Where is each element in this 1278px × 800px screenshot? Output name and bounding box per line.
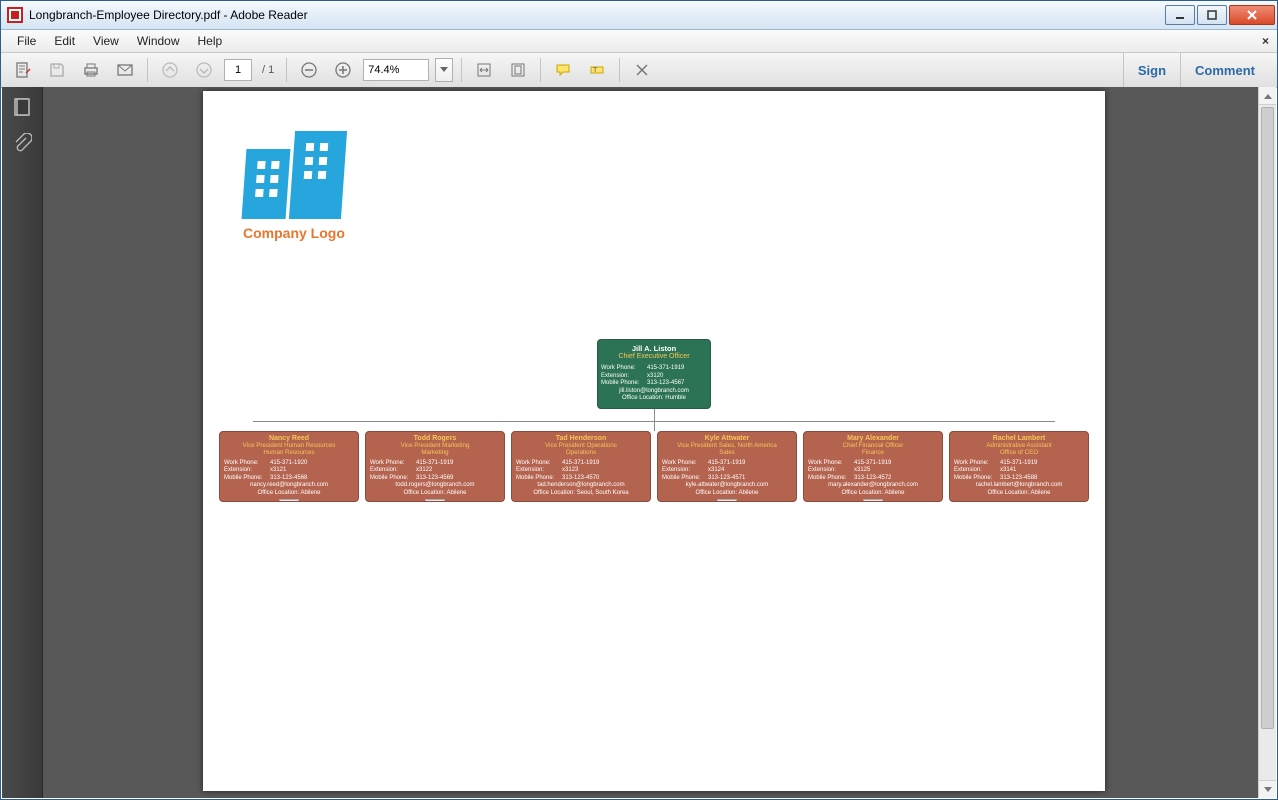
pdf-page: Company Logo Jill A. Liston Chief Execut… — [203, 91, 1105, 791]
menu-edit[interactable]: Edit — [46, 32, 83, 50]
page-total-label: / 1 — [258, 64, 278, 76]
org-report-card: Todd RogersVice President MarketingMarke… — [365, 431, 505, 503]
toolbar-separator — [619, 58, 620, 82]
org-report-card: Nancy ReedVice President Human Resources… — [219, 431, 359, 503]
vertical-scrollbar[interactable] — [1258, 87, 1276, 798]
report-dept: Finance — [806, 449, 940, 456]
connector-horizontal — [253, 421, 1055, 422]
attachments-icon[interactable] — [12, 133, 32, 153]
export-pdf-icon[interactable] — [9, 56, 37, 84]
navigation-pane — [2, 87, 43, 798]
expand-toggle-icon[interactable]: ▾ — [717, 499, 737, 502]
report-title: Vice President Sales, North America — [660, 442, 794, 449]
page-up-icon[interactable] — [156, 56, 184, 84]
org-ceo-card: Jill A. Liston Chief Executive Officer W… — [597, 339, 711, 409]
zoom-out-icon[interactable] — [295, 56, 323, 84]
expand-toggle-icon[interactable]: ▾ — [279, 499, 299, 502]
report-name: Tad Henderson — [514, 435, 648, 442]
comment-button[interactable]: Comment — [1180, 53, 1269, 87]
page-down-icon[interactable] — [190, 56, 218, 84]
minimize-button[interactable] — [1165, 5, 1195, 25]
close-button[interactable] — [1229, 5, 1275, 25]
org-report-card: Tad HendersonVice President OperationsOp… — [511, 431, 651, 503]
report-dept: Operations — [514, 449, 648, 456]
toolbar: / 1 T Sign Comment — [1, 53, 1277, 88]
close-document-button[interactable]: × — [1262, 34, 1269, 48]
report-dept: Office of CEO — [952, 449, 1086, 456]
report-title: Vice President Operations — [514, 442, 648, 449]
menu-view[interactable]: View — [85, 32, 127, 50]
report-name: Todd Rogers — [368, 435, 502, 442]
report-name: Kyle Attwater — [660, 435, 794, 442]
svg-text:T: T — [593, 67, 598, 74]
report-name: Mary Alexander — [806, 435, 940, 442]
adobe-reader-icon — [7, 7, 23, 23]
zoom-in-icon[interactable] — [329, 56, 357, 84]
document-viewport[interactable]: Company Logo Jill A. Liston Chief Execut… — [43, 87, 1276, 798]
report-title: Chief Financial Officer — [806, 442, 940, 449]
ceo-title: Chief Executive Officer — [600, 353, 708, 360]
menu-window[interactable]: Window — [129, 32, 188, 50]
comment-bubble-icon[interactable] — [549, 56, 577, 84]
org-report-card: Rachel LambertAdministrative AssistantOf… — [949, 431, 1089, 503]
scroll-down-button[interactable] — [1259, 780, 1276, 798]
page-number-input[interactable] — [224, 59, 252, 81]
toolbar-separator — [286, 58, 287, 82]
fit-width-icon[interactable] — [470, 56, 498, 84]
report-title: Vice President Marketing — [368, 442, 502, 449]
print-icon[interactable] — [77, 56, 105, 84]
maximize-button[interactable] — [1197, 5, 1227, 25]
report-dept: Human Resources — [222, 449, 356, 456]
org-chart: Jill A. Liston Chief Executive Officer W… — [203, 339, 1105, 502]
scroll-thumb[interactable] — [1261, 107, 1274, 729]
save-icon[interactable] — [43, 56, 71, 84]
company-logo: Company Logo — [243, 131, 345, 241]
sign-button[interactable]: Sign — [1123, 53, 1180, 87]
page-thumbnails-icon[interactable] — [12, 97, 32, 117]
toolbar-separator — [461, 58, 462, 82]
org-report-card: Mary AlexanderChief Financial OfficerFin… — [803, 431, 943, 503]
content-area: Company Logo Jill A. Liston Chief Execut… — [2, 87, 1276, 798]
expand-toggle-icon[interactable]: ▾ — [863, 499, 883, 502]
report-title: Administrative Assistant — [952, 442, 1086, 449]
window-title: Longbranch-Employee Directory.pdf - Adob… — [29, 8, 1165, 22]
connector-vertical — [654, 409, 655, 431]
scroll-up-button[interactable] — [1259, 87, 1276, 105]
report-title: Vice President Human Resources — [222, 442, 356, 449]
fit-page-icon[interactable] — [504, 56, 532, 84]
report-dept: Sales — [660, 449, 794, 456]
menu-help[interactable]: Help — [190, 32, 231, 50]
report-dept: Marketing — [368, 449, 502, 456]
titlebar[interactable]: Longbranch-Employee Directory.pdf - Adob… — [1, 1, 1277, 30]
report-name: Rachel Lambert — [952, 435, 1086, 442]
zoom-dropdown-button[interactable] — [435, 58, 453, 82]
toolbar-separator — [540, 58, 541, 82]
report-name: Nancy Reed — [222, 435, 356, 442]
org-reports-row: Nancy ReedVice President Human Resources… — [203, 431, 1105, 503]
expand-toggle-icon[interactable]: ▾ — [425, 499, 445, 502]
toolbar-separator — [147, 58, 148, 82]
application-window: Longbranch-Employee Directory.pdf - Adob… — [0, 0, 1278, 800]
highlight-text-icon[interactable]: T — [583, 56, 611, 84]
ceo-name: Jill A. Liston — [600, 344, 708, 353]
org-report-card: Kyle AttwaterVice President Sales, North… — [657, 431, 797, 503]
read-mode-icon[interactable] — [628, 56, 656, 84]
menubar: File Edit View Window Help × — [1, 30, 1277, 53]
logo-caption: Company Logo — [243, 225, 345, 241]
zoom-level-input[interactable] — [363, 59, 429, 81]
menu-file[interactable]: File — [9, 32, 44, 50]
email-icon[interactable] — [111, 56, 139, 84]
